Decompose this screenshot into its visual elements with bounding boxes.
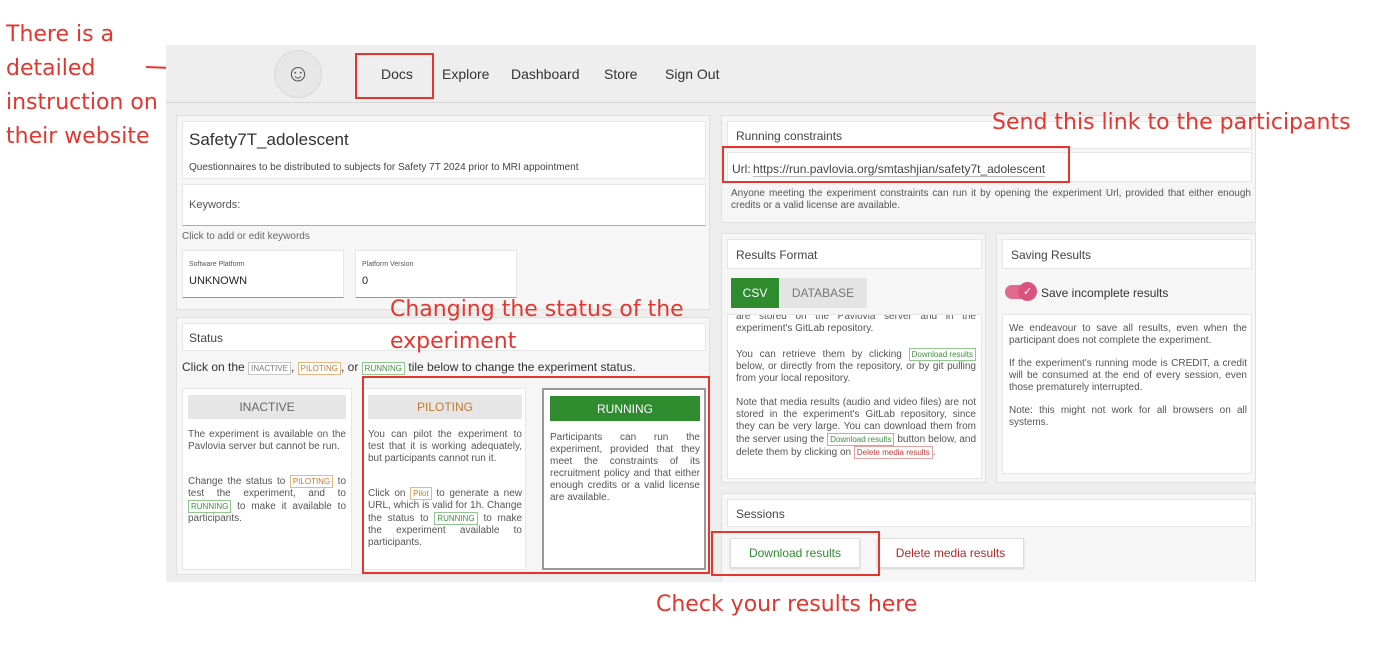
software-platform-value: UNKNOWN — [189, 275, 248, 287]
status-instruction: Click on the INACTIVE, PILOTING, or RUNN… — [182, 360, 636, 375]
project-description: Questionnaires to be distributed to subj… — [189, 162, 579, 173]
highlight-download — [711, 531, 880, 576]
results-format-card: Results Format CSV DATABASE are stored o… — [721, 233, 986, 483]
project-card: Safety7T_adolescent Questionnaires to be… — [176, 115, 710, 310]
software-platform-field[interactable]: Software Platform UNKNOWN — [182, 250, 344, 298]
sessions-heading: Sessions — [736, 507, 785, 521]
highlight-url — [722, 146, 1070, 183]
keywords-field[interactable]: Keywords: — [182, 184, 706, 226]
sessions-header: Sessions — [727, 499, 1252, 527]
saving-results-p3: Note: this might not work for all browse… — [1009, 405, 1247, 428]
status-tag-inactive: INACTIVE — [248, 362, 291, 375]
status-tag-running: RUNNING — [361, 362, 406, 375]
saving-results-p1: We endeavour to save all results, even w… — [1009, 323, 1247, 346]
check-icon: ✓ — [1018, 282, 1037, 301]
delete-media-results-button[interactable]: Delete media results — [877, 538, 1024, 568]
nav-store[interactable]: Store — [604, 66, 637, 82]
saving-results-header: Saving Results — [1002, 239, 1252, 269]
constraints-note: Anyone meeting the experiment constraint… — [731, 188, 1251, 211]
saving-results-p2: If the experiment's running mode is CRED… — [1009, 358, 1247, 393]
highlight-docs — [355, 53, 434, 99]
tab-csv[interactable]: CSV — [731, 278, 779, 308]
inactive-instructions: Change the status to PILOTING to test th… — [188, 475, 347, 524]
highlight-status-tiles — [362, 376, 710, 574]
nav-dashboard[interactable]: Dashboard — [511, 66, 580, 82]
annotation-link: Send this link to the participants — [992, 110, 1351, 135]
annotation-status: Changing the status of the experiment — [390, 297, 684, 354]
nav-explore[interactable]: Explore — [442, 66, 489, 82]
navbar: ☺ Docs Explore Dashboard Store Sign Out — [166, 45, 1256, 103]
inactive-description: The experiment is available on the Pavlo… — [188, 429, 346, 452]
saving-results-card: Saving Results ✓ Save incomplete results… — [996, 233, 1256, 483]
project-header: Safety7T_adolescent Questionnaires to be… — [182, 121, 706, 179]
software-platform-label: Software Platform — [189, 261, 245, 268]
save-incomplete-label: Save incomplete results — [1041, 286, 1169, 300]
results-storage-text: are stored on the Pavlovia server and in… — [736, 314, 976, 334]
results-retrieve-text: You can retrieve them by clicking Downlo… — [736, 348, 976, 384]
inactive-status-button[interactable]: INACTIVE — [188, 395, 346, 419]
keywords-label: Keywords: — [189, 199, 241, 211]
tab-database[interactable]: DATABASE — [779, 278, 867, 308]
nav-sign-out[interactable]: Sign Out — [665, 66, 719, 82]
status-tag-piloting: PILOTING — [297, 362, 341, 375]
annotation-results: Check your results here — [656, 592, 918, 617]
platform-version-label: Platform Version — [362, 261, 414, 268]
platform-version-field[interactable]: Platform Version 0 — [355, 250, 517, 298]
project-title: Safety7T_adolescent — [189, 130, 349, 149]
saving-results-heading: Saving Results — [1011, 248, 1092, 262]
results-format-content: are stored on the Pavlovia server and in… — [727, 314, 982, 479]
saving-results-content: We endeavour to save all results, even w… — [1002, 314, 1252, 474]
status-heading: Status — [189, 331, 224, 345]
inactive-tile[interactable]: INACTIVE The experiment is available on … — [182, 388, 352, 570]
keywords-hint[interactable]: Click to add or edit keywords — [182, 231, 310, 242]
platform-version-value: 0 — [362, 275, 369, 287]
constraints-heading: Running constraints — [736, 129, 843, 143]
media-results-text: Note that media results (audio and video… — [736, 397, 977, 459]
pavlovia-logo-icon[interactable]: ☺ — [274, 50, 322, 98]
annotation-website: There is a detailed instruction on their… — [6, 22, 158, 149]
results-format-header: Results Format — [727, 239, 982, 269]
save-incomplete-toggle[interactable]: ✓ — [1005, 282, 1037, 301]
results-format-heading: Results Format — [736, 248, 818, 262]
